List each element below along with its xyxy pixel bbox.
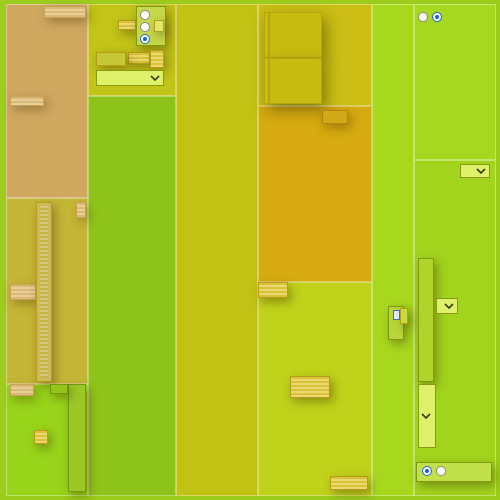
dropdown-select[interactable] xyxy=(436,298,458,314)
radio-option-d[interactable] xyxy=(436,466,446,476)
label-tag xyxy=(50,384,68,394)
dropdown-select[interactable] xyxy=(460,164,490,178)
sub-panel-lower xyxy=(264,58,322,104)
label-tag xyxy=(10,384,34,396)
label-tag xyxy=(96,52,126,66)
label-tag xyxy=(10,96,44,106)
label-tag xyxy=(400,308,408,324)
label-tag xyxy=(322,110,348,124)
column-2-body xyxy=(88,96,176,496)
scrollbar-vertical[interactable] xyxy=(418,258,434,382)
label-tag xyxy=(118,20,136,30)
radio-option-2[interactable] xyxy=(140,22,150,32)
chevron-down-icon xyxy=(150,75,160,82)
label-tag xyxy=(128,52,150,64)
label-tag xyxy=(258,282,288,298)
column-5 xyxy=(372,4,414,496)
bar-stripe xyxy=(40,206,48,378)
label-tag xyxy=(150,50,164,68)
label-tag xyxy=(290,376,330,398)
column-3 xyxy=(176,4,258,496)
image-icon xyxy=(393,310,400,320)
chevron-down-icon xyxy=(476,168,486,175)
label-tag xyxy=(330,476,368,490)
dropdown-select[interactable] xyxy=(96,70,164,86)
column-6-top xyxy=(414,4,496,160)
dropdown-select-tall[interactable] xyxy=(418,384,436,448)
radio-option-a[interactable] xyxy=(418,12,428,22)
small-checkbox[interactable] xyxy=(34,430,48,444)
radio-option-b[interactable] xyxy=(432,12,442,22)
column-4-middle xyxy=(258,106,372,282)
radio-option-c[interactable] xyxy=(422,466,432,476)
radio-option-3[interactable] xyxy=(140,10,150,20)
radio-option-1[interactable] xyxy=(140,34,150,44)
chevron-down-icon xyxy=(420,413,431,420)
label-tag xyxy=(10,284,36,300)
sub-panel-upper xyxy=(264,12,322,58)
label-tag xyxy=(76,202,86,218)
scrollbar-vertical[interactable] xyxy=(68,384,86,492)
small-checkbox[interactable] xyxy=(154,20,164,32)
chevron-down-icon xyxy=(444,303,454,310)
label-tag xyxy=(44,6,86,18)
divider-line xyxy=(268,12,270,104)
